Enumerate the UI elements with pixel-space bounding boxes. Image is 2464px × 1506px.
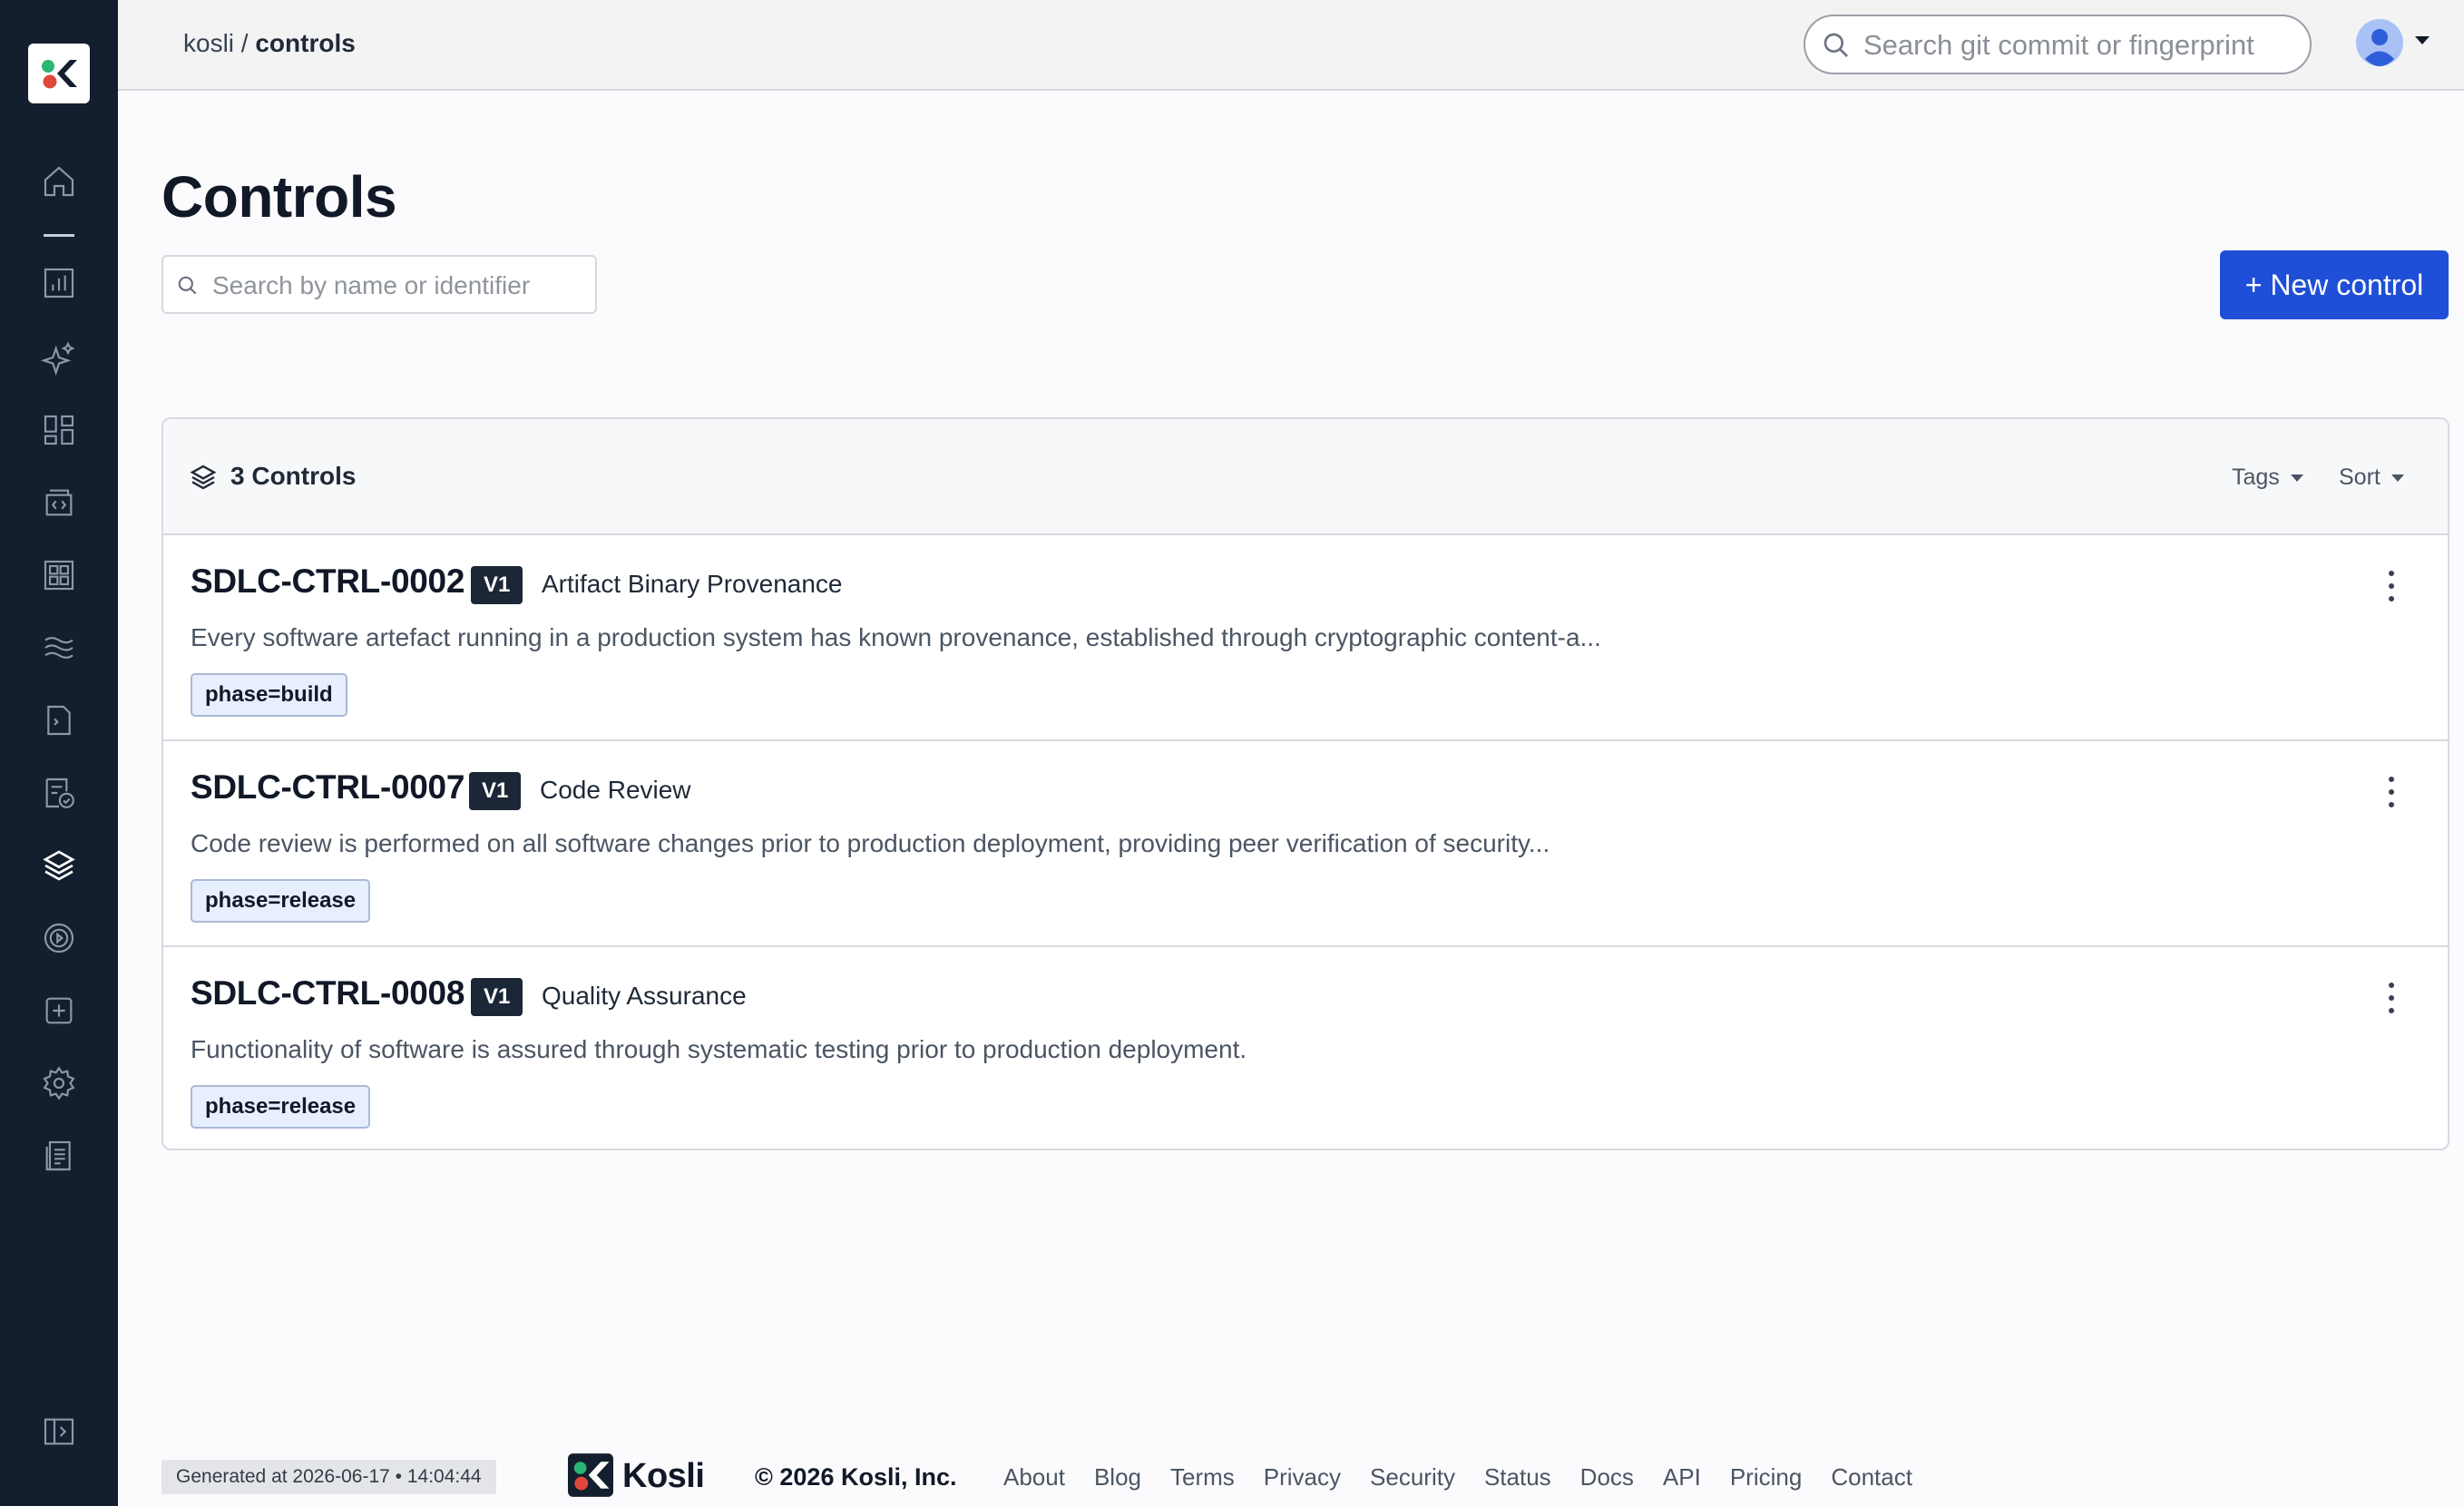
footer-link-api[interactable]: API [1663,1463,1701,1491]
version-badge: V1 [471,566,523,604]
tag-badge[interactable]: phase=build [191,673,347,717]
checklist-icon[interactable] [39,773,79,813]
controls-panel: 3 Controls Tags Sort SDLC-CTRL-0002 V1 A… [161,417,2449,1150]
control-id[interactable]: SDLC-CTRL-0007 [191,768,464,807]
page-title: Controls [161,164,397,230]
breadcrumb: kosli / controls [183,29,356,58]
footer-link-privacy[interactable]: Privacy [1264,1463,1341,1491]
chevron-down-icon [2290,474,2303,482]
control-description: Every software artefact running in a pro… [191,623,1601,651]
controls-count: 3 Controls [230,462,357,490]
sparkle-icon[interactable] [39,337,79,377]
layers-icon[interactable] [39,846,79,885]
tags-dropdown[interactable]: Tags [2232,465,2303,491]
control-name: Quality Assurance [542,982,747,1010]
footer-link-terms[interactable]: Terms [1170,1463,1235,1491]
footer-link-blog[interactable]: Blog [1094,1463,1141,1491]
bar-chart-icon[interactable] [39,263,79,303]
home-icon[interactable] [39,161,79,201]
footer-link-status[interactable]: Status [1484,1463,1551,1491]
waves-icon[interactable] [39,628,79,668]
tags-dropdown-label: Tags [2232,465,2280,490]
control-row[interactable]: SDLC-CTRL-0007 V1 Code Review Code revie… [163,741,2448,947]
footer-link-docs[interactable]: Docs [1580,1463,1634,1491]
collapse-sidebar-icon[interactable] [39,1412,79,1452]
control-description: Functionality of software is assured thr… [191,1035,1247,1063]
control-id[interactable]: SDLC-CTRL-0002 [191,562,464,601]
avatar[interactable] [2355,18,2404,67]
generated-timestamp: Generated at 2026-06-17 • 14:04:44 [161,1460,496,1494]
chevron-down-icon[interactable] [2415,36,2430,44]
chevron-down-icon [2391,474,2404,482]
sidebar-divider [44,234,74,237]
layers-icon [190,465,217,490]
sort-dropdown[interactable]: Sort [2339,465,2404,491]
control-id[interactable]: SDLC-CTRL-0008 [191,974,464,1012]
kebab-menu-icon[interactable] [2382,568,2400,604]
control-row[interactable]: SDLC-CTRL-0002 V1 Artifact Binary Proven… [163,535,2448,741]
kebab-menu-icon[interactable] [2382,774,2400,810]
terminal-file-icon[interactable] [39,700,79,740]
footer-brand: Kosli [622,1457,705,1495]
breadcrumb-org[interactable]: kosli [183,29,234,57]
breadcrumb-current: controls [255,29,356,57]
control-search-input[interactable] [212,268,584,304]
tag-badge[interactable]: phase=release [191,1085,371,1129]
footer-link-about[interactable]: About [1003,1463,1065,1491]
footer-links: About Blog Terms Privacy Security Status… [1003,1463,1912,1491]
control-row[interactable]: SDLC-CTRL-0008 V1 Quality Assurance Func… [163,947,2448,1149]
control-search[interactable] [161,255,597,314]
sort-dropdown-label: Sort [2339,465,2381,490]
global-search[interactable] [1804,15,2312,74]
target-icon[interactable] [39,918,79,958]
control-name: Code Review [540,776,691,804]
kosli-logo-icon [568,1453,613,1497]
search-icon [1824,33,1848,57]
search-icon [178,276,197,295]
breadcrumb-separator: / [234,29,256,57]
footer-link-security[interactable]: Security [1370,1463,1455,1491]
copyright: © 2026 Kosli, Inc. [755,1463,957,1491]
code-box-icon[interactable] [39,483,79,523]
new-control-button[interactable]: + New control [2220,250,2449,319]
plus-box-icon[interactable] [39,991,79,1031]
footer-link-contact[interactable]: Contact [1831,1463,1912,1491]
dashboard-icon[interactable] [39,410,79,450]
control-description: Code review is performed on all software… [191,829,1550,857]
top-bar: kosli / controls [118,0,2464,91]
tag-badge[interactable]: phase=release [191,879,371,923]
grid-icon[interactable] [39,555,79,595]
footer-link-pricing[interactable]: Pricing [1730,1463,1802,1491]
user-menu[interactable] [2355,18,2437,69]
sidebar [0,0,118,1506]
gear-icon[interactable] [39,1063,79,1103]
document-icon[interactable] [39,1136,79,1176]
control-name: Artifact Binary Provenance [542,570,843,598]
version-badge: V1 [471,978,523,1016]
kebab-menu-icon[interactable] [2382,980,2400,1016]
kosli-logo[interactable] [28,44,90,103]
version-badge: V1 [469,772,522,810]
global-search-input[interactable] [1863,25,2299,65]
panel-header: 3 Controls Tags Sort [163,419,2448,535]
